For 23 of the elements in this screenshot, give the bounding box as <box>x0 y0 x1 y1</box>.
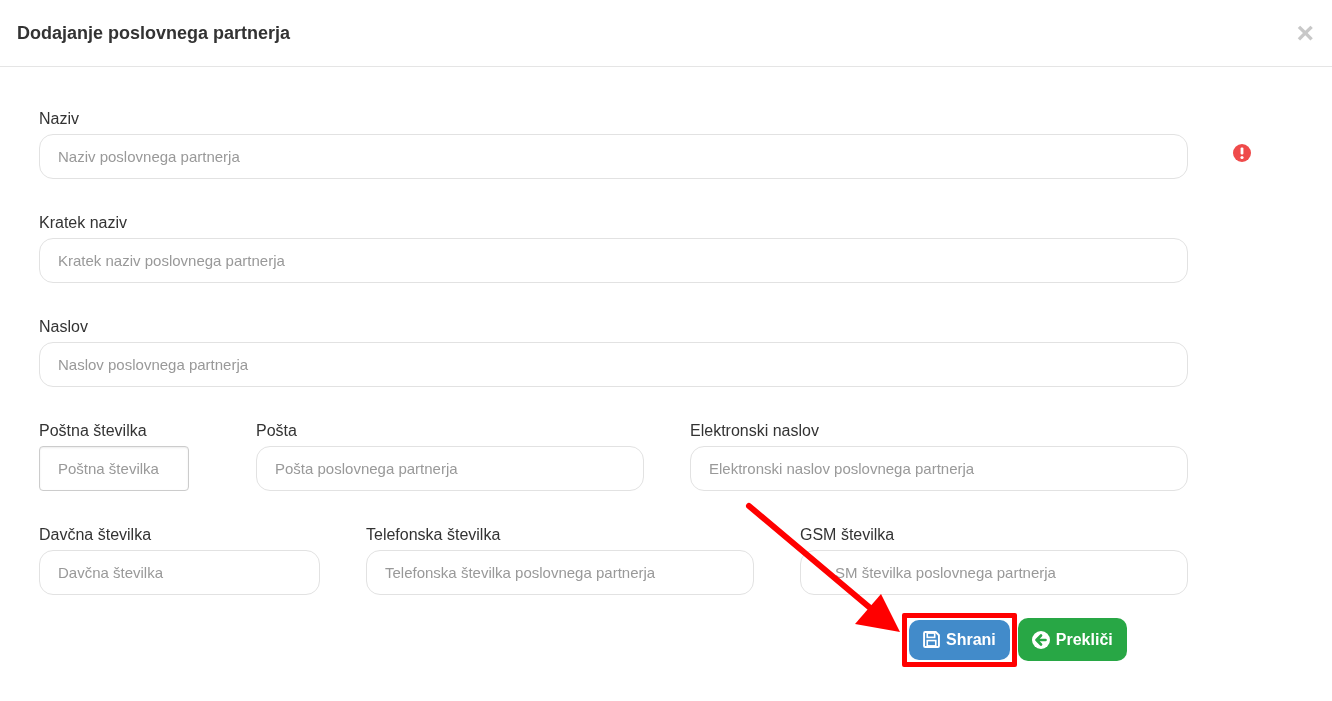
input-field[interactable]: Elektronski naslov poslovnega partnerja <box>690 446 1188 491</box>
dialog-title: Dodajanje poslovnega partnerja <box>17 22 291 44</box>
input-field[interactable]: Pošta poslovnega partnerja <box>256 446 644 491</box>
input-field[interactable]: Poštna številka <box>39 446 189 491</box>
arrow-left-circle-icon <box>1031 630 1050 649</box>
save-button[interactable]: Shrani <box>909 619 1010 660</box>
field-label: Naziv <box>39 110 80 128</box>
input-field[interactable]: SM številka poslovnega partnerja <box>800 550 1188 595</box>
field-label: Elektronski naslov <box>690 422 820 440</box>
close-button[interactable]: × <box>1292 18 1318 48</box>
field-label: Pošta <box>256 422 298 440</box>
field-label: Telefonska številka <box>366 526 502 544</box>
field-label: GSM številka <box>800 526 896 544</box>
cancel-button[interactable]: Prekliči <box>1017 618 1127 661</box>
field-label: Naslov <box>39 318 89 336</box>
field-label: Davčna številka <box>39 526 153 544</box>
input-field[interactable]: Naziv poslovnega partnerja <box>39 134 1188 179</box>
input-field[interactable]: Naslov poslovnega partnerja <box>39 342 1188 387</box>
input-field[interactable]: Kratek naziv poslovnega partnerja <box>39 238 1188 283</box>
input-field[interactable]: Telefonska številka poslovnega partnerja <box>366 550 754 595</box>
field-label: Kratek naziv <box>39 214 129 232</box>
field-label: Poštna številka <box>39 422 148 440</box>
input-field[interactable]: Davčna številka <box>39 550 320 595</box>
